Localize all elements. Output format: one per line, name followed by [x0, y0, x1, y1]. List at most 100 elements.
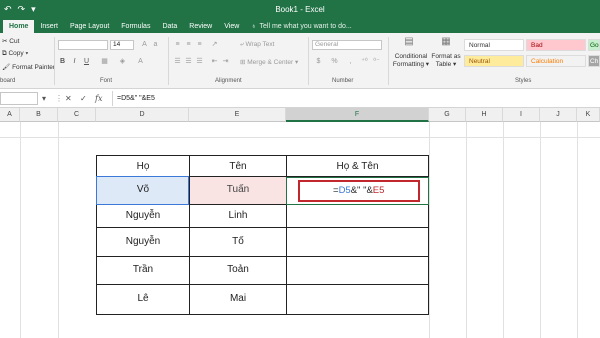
name-box-dropdown-icon[interactable]: ▾ [42, 92, 46, 105]
font-name-select[interactable] [58, 40, 108, 50]
tab-view[interactable]: View [218, 20, 245, 33]
styles-group-label: Styles [515, 78, 532, 84]
ribbon-separator [54, 37, 55, 85]
cell-ho-row-2[interactable]: Nguyễn [97, 210, 189, 221]
decrease-decimal-icon[interactable]: ⁰⁻ [372, 57, 381, 66]
align-top-icon[interactable]: ≡ [173, 40, 182, 49]
conditional-formatting-line2: Formatting ▾ [392, 61, 430, 68]
format-as-table-line2: Table ▾ [435, 61, 457, 68]
tab-review[interactable]: Review [183, 20, 218, 33]
formula-concat: &" "& [350, 185, 373, 196]
ribbon-tabs: Home Insert Page Layout Formulas Data Re… [0, 20, 600, 33]
tab-formulas[interactable]: Formulas [115, 20, 156, 33]
column-header-b[interactable]: B [20, 108, 58, 122]
style-check-cell[interactable]: Ch [588, 55, 600, 67]
wrap-text-label: Wrap Text [245, 41, 275, 48]
table-border [96, 155, 429, 156]
wrap-text-button[interactable]: ⤶ Wrap Text [240, 41, 274, 49]
tab-data[interactable]: Data [156, 20, 183, 33]
format-as-table-line1: Format as [431, 53, 461, 60]
conditional-formatting-button[interactable]: Conditional Formatting ▾ [392, 53, 430, 69]
gridline [20, 122, 21, 338]
decrease-indent-icon[interactable]: ⇤ [210, 57, 219, 66]
comma-button[interactable]: , [346, 57, 355, 66]
cell-ten-row-1[interactable]: Tuấn [190, 184, 286, 195]
column-header-g[interactable]: G [429, 108, 466, 122]
clipboard-group-label: board [0, 78, 16, 84]
merge-center-button[interactable]: ⊞ Merge & Center ▾ [240, 58, 298, 66]
header-ten[interactable]: Tên [190, 161, 286, 172]
column-header-d[interactable]: D [96, 108, 189, 122]
table-border [96, 314, 429, 315]
style-calculation[interactable]: Calculation [526, 55, 586, 67]
number-format-select[interactable]: General [312, 40, 382, 50]
align-bottom-icon[interactable]: ≡ [195, 40, 204, 49]
formula-ref-e5: E5 [372, 185, 385, 196]
column-header-c[interactable]: C [58, 108, 96, 122]
title-bar: ↶ ↷ ▾ Book1 - Excel [0, 0, 600, 20]
cell-ho-row-4[interactable]: Trần [97, 264, 189, 275]
align-middle-icon[interactable]: ≡ [184, 40, 193, 49]
header-ho-ten[interactable]: Họ & Tên [287, 161, 428, 172]
formula-bar-divider [112, 91, 113, 106]
conditional-formatting-icon[interactable]: ▤ [402, 37, 416, 49]
align-right-icon[interactable]: ☰ [195, 57, 204, 66]
tell-me-search[interactable]: ♁ Tell me what you want to do... [251, 20, 351, 33]
format-as-table-icon[interactable]: ▦ [439, 37, 453, 49]
increase-decimal-icon[interactable]: ⁺⁰ [360, 57, 369, 66]
bold-button[interactable]: B [58, 57, 67, 66]
style-bad[interactable]: Bad [526, 39, 586, 51]
column-header-h[interactable]: H [466, 108, 503, 122]
cell-ho-row-3[interactable]: Nguyễn [97, 236, 189, 247]
column-header-j[interactable]: J [540, 108, 577, 122]
cell-ho-row-5[interactable]: Lê [97, 293, 189, 304]
font-size-select[interactable]: 14 [110, 40, 134, 50]
column-header-k[interactable]: K [577, 108, 600, 122]
table-border [96, 256, 429, 257]
cell-ho-row-1[interactable]: Võ [97, 184, 189, 195]
borders-icon[interactable]: ▦ [100, 57, 109, 66]
style-good[interactable]: Go [588, 39, 600, 51]
tab-home[interactable]: Home [3, 20, 35, 33]
header-ho[interactable]: Họ [97, 161, 189, 172]
cell-ten-row-4[interactable]: Toản [190, 264, 286, 275]
formula-input[interactable]: =D5&" "&E5 [117, 92, 155, 105]
column-header-a[interactable]: A [0, 108, 20, 122]
cell-ten-row-5[interactable]: Mai [190, 293, 286, 304]
currency-button[interactable]: $ [314, 57, 323, 66]
editing-cell-f5[interactable]: =D5&" "&E5 [298, 180, 420, 202]
orientation-icon[interactable]: ↗ [210, 40, 219, 49]
grow-font-icon[interactable]: A [140, 40, 149, 49]
column-header-i[interactable]: I [503, 108, 540, 122]
underline-button[interactable]: U [82, 57, 91, 66]
percent-button[interactable]: % [330, 57, 339, 66]
shrink-font-icon[interactable]: a [151, 40, 160, 49]
increase-indent-icon[interactable]: ⇥ [221, 57, 230, 66]
cell-ten-row-2[interactable]: Linh [190, 210, 286, 221]
align-center-icon[interactable]: ☰ [184, 57, 193, 66]
italic-button[interactable]: I [70, 57, 79, 66]
format-painter-button[interactable]: 🖌 Format Painter [2, 63, 55, 71]
name-box[interactable] [0, 92, 38, 105]
cut-button[interactable]: ✂ Cut [2, 37, 19, 45]
style-neutral[interactable]: Neutral [464, 55, 524, 67]
tab-insert[interactable]: Insert [34, 20, 64, 33]
font-color-icon[interactable]: A [136, 57, 145, 66]
insert-function-button[interactable]: fx [95, 92, 102, 105]
enter-entry-button[interactable]: ✓ [80, 92, 87, 105]
ribbon-separator [388, 37, 389, 85]
number-group-label: Number [332, 78, 354, 84]
font-size-value: 14 [113, 41, 121, 48]
fill-color-icon[interactable]: ◈ [118, 57, 127, 66]
copy-button[interactable]: ⧉ Copy ▾ [2, 50, 28, 58]
align-left-icon[interactable]: ☰ [173, 57, 182, 66]
format-painter-label: Format Painter [12, 64, 56, 71]
column-header-f[interactable]: F [286, 108, 429, 122]
column-header-e[interactable]: E [189, 108, 286, 122]
style-normal[interactable]: Normal [464, 39, 524, 51]
format-as-table-button[interactable]: Format as Table ▾ [430, 53, 462, 69]
gridline [577, 122, 578, 338]
tab-page-layout[interactable]: Page Layout [64, 20, 115, 33]
cell-ten-row-3[interactable]: Tố [190, 236, 286, 247]
cancel-entry-button[interactable]: ✕ [65, 92, 72, 105]
